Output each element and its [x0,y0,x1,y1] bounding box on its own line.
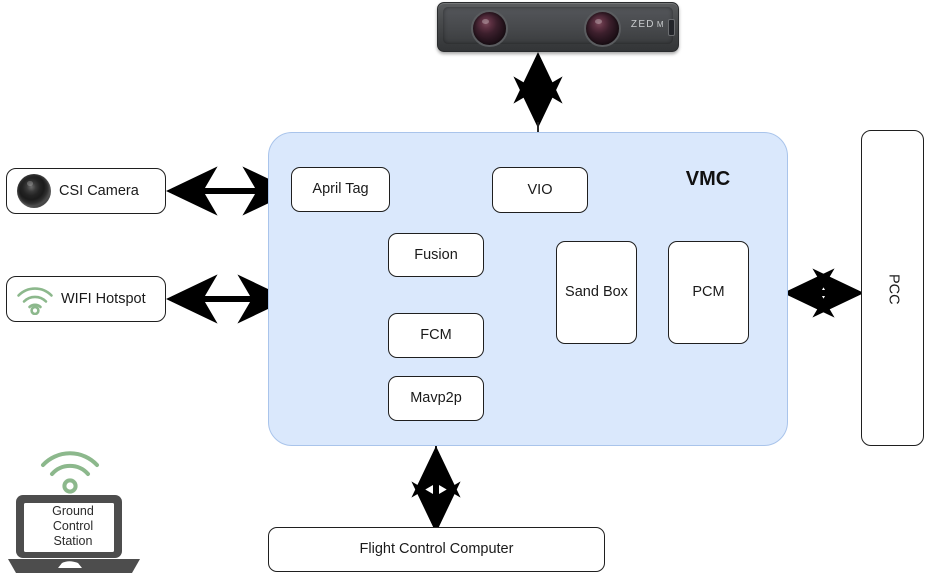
zed-left-lens-icon [471,10,508,47]
csi-camera-card[interactable]: CSI Camera [6,168,166,214]
module-vio[interactable]: VIO [492,167,588,213]
module-mavp2p[interactable]: Mavp2p [388,376,484,421]
zed-right-lens-icon [584,10,621,47]
gcs-label-line-1: Ground [52,504,94,518]
module-mavp2p-label: Mavp2p [410,390,462,407]
module-april-tag-label: April Tag [312,181,369,198]
module-sand-box-label: Sand Box [565,284,628,301]
diagram-canvas: VMC ZED M CSI Camera WIFI Hotspot April … [0,0,926,575]
ground-control-station-label: Ground Control Station [30,504,116,549]
flight-control-computer-label: Flight Control Computer [359,541,514,558]
pcc-box[interactable]: PCC [861,130,924,446]
vmc-label: VMC [685,168,731,190]
wifi-hotspot-label: WIFI Hotspot [61,291,146,307]
module-pcm-label: PCM [692,284,725,301]
camera-lens-icon [17,174,51,208]
module-sand-box[interactable]: Sand Box [556,241,637,344]
zed-brand-label: ZED M [631,19,664,30]
gcs-label-line-3: Station [53,534,93,548]
module-vio-label: VIO [527,181,553,198]
module-april-tag[interactable]: April Tag [291,167,390,212]
gcs-wifi-icon [41,451,99,494]
module-fusion[interactable]: Fusion [388,233,484,277]
wifi-icon [15,283,55,316]
module-fcm-label: FCM [420,327,452,344]
gcs-label-line-2: Control [52,519,94,533]
pcc-label: PCC [885,273,902,305]
zed-model-text: M [656,20,664,29]
zed-camera: ZED M [437,2,679,52]
zed-port-icon [668,19,675,36]
module-fcm[interactable]: FCM [388,313,484,358]
ground-control-station[interactable]: Ground Control Station [8,446,140,575]
module-pcm[interactable]: PCM [668,241,749,344]
csi-camera-label: CSI Camera [59,183,139,199]
wifi-hotspot-card[interactable]: WIFI Hotspot [6,276,166,322]
module-fusion-label: Fusion [414,246,458,263]
zed-brand-text: ZED [630,19,655,30]
flight-control-computer-box[interactable]: Flight Control Computer [268,527,605,572]
